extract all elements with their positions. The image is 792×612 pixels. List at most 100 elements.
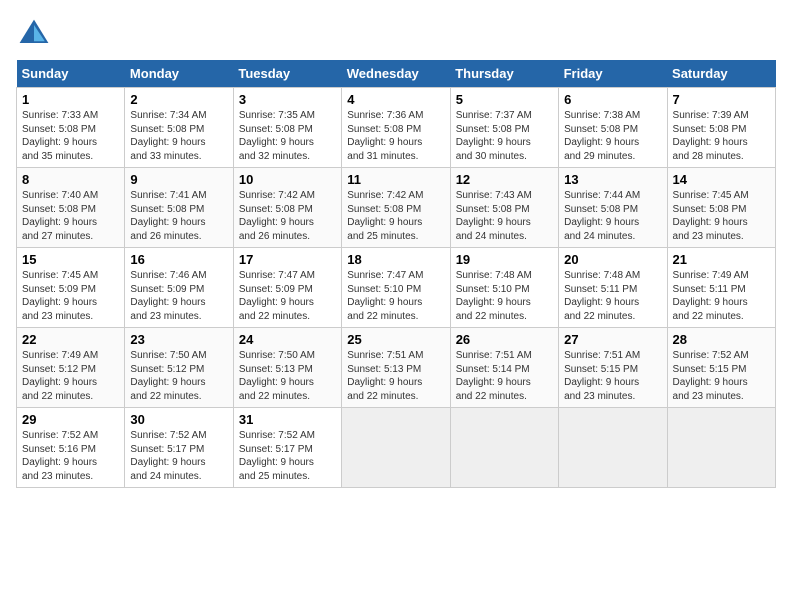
page-header xyxy=(16,16,776,52)
day-number: 10 xyxy=(239,172,336,187)
calendar-cell: 24 Sunrise: 7:50 AM Sunset: 5:13 PM Dayli… xyxy=(233,328,341,408)
day-number: 5 xyxy=(456,92,553,107)
weekday-header-row: SundayMondayTuesdayWednesdayThursdayFrid… xyxy=(17,60,776,88)
calendar-cell: 12 Sunrise: 7:43 AM Sunset: 5:08 PM Dayli… xyxy=(450,168,558,248)
day-info: Sunrise: 7:50 AM Sunset: 5:12 PM Dayligh… xyxy=(130,349,227,403)
calendar-cell: 1 Sunrise: 7:33 AM Sunset: 5:08 PM Daylig… xyxy=(17,88,125,168)
day-info: Sunrise: 7:46 AM Sunset: 5:09 PM Dayligh… xyxy=(130,269,227,323)
calendar-cell: 6Sunrise: 7:38 AM Sunset: 5:08 PM Daylig… xyxy=(559,88,667,168)
calendar-cell: 22 Sunrise: 7:49 AM Sunset: 5:12 PM Dayli… xyxy=(17,328,125,408)
calendar-cell: 8 Sunrise: 7:40 AM Sunset: 5:08 PM Daylig… xyxy=(17,168,125,248)
day-number: 22 xyxy=(22,332,119,347)
day-number: 19 xyxy=(456,252,553,267)
day-number: 24 xyxy=(239,332,336,347)
calendar-cell: 31 Sunrise: 7:52 AM Sunset: 5:17 PM Dayli… xyxy=(233,408,341,488)
day-number: 28 xyxy=(673,332,770,347)
day-number: 3 xyxy=(239,92,336,107)
day-info: Sunrise: 7:52 AM Sunset: 5:17 PM Dayligh… xyxy=(239,429,336,483)
day-info: Sunrise: 7:35 AM Sunset: 5:08 PM Dayligh… xyxy=(239,109,336,163)
weekday-header-tuesday: Tuesday xyxy=(233,60,341,88)
day-info: Sunrise: 7:51 AM Sunset: 5:14 PM Dayligh… xyxy=(456,349,553,403)
day-info: Sunrise: 7:42 AM Sunset: 5:08 PM Dayligh… xyxy=(347,189,444,243)
day-number: 18 xyxy=(347,252,444,267)
calendar-cell: 21 Sunrise: 7:49 AM Sunset: 5:11 PM Dayli… xyxy=(667,248,775,328)
day-info: Sunrise: 7:52 AM Sunset: 5:15 PM Dayligh… xyxy=(673,349,770,403)
day-number: 7 xyxy=(673,92,770,107)
day-number: 15 xyxy=(22,252,119,267)
weekday-header-friday: Friday xyxy=(559,60,667,88)
calendar-cell: 17Sunrise: 7:47 AM Sunset: 5:09 PM Dayli… xyxy=(233,248,341,328)
calendar-cell: 13 Sunrise: 7:44 AM Sunset: 5:08 PM Dayli… xyxy=(559,168,667,248)
calendar-cell: 19 Sunrise: 7:48 AM Sunset: 5:10 PM Dayli… xyxy=(450,248,558,328)
day-info: Sunrise: 7:47 AM Sunset: 5:10 PM Dayligh… xyxy=(347,269,444,323)
day-number: 31 xyxy=(239,412,336,427)
day-number: 30 xyxy=(130,412,227,427)
calendar-cell: 25 Sunrise: 7:51 AM Sunset: 5:13 PM Dayli… xyxy=(342,328,450,408)
calendar-cell: 11 Sunrise: 7:42 AM Sunset: 5:08 PM Dayli… xyxy=(342,168,450,248)
day-number: 12 xyxy=(456,172,553,187)
day-number: 29 xyxy=(22,412,119,427)
day-info: Sunrise: 7:48 AM Sunset: 5:10 PM Dayligh… xyxy=(456,269,553,323)
day-info: Sunrise: 7:52 AM Sunset: 5:16 PM Dayligh… xyxy=(22,429,119,483)
calendar-cell: 15 Sunrise: 7:45 AM Sunset: 5:09 PM Dayli… xyxy=(17,248,125,328)
weekday-header-thursday: Thursday xyxy=(450,60,558,88)
logo-icon xyxy=(16,16,52,52)
day-info: Sunrise: 7:45 AM Sunset: 5:09 PM Dayligh… xyxy=(22,269,119,323)
day-number: 8 xyxy=(22,172,119,187)
calendar-cell xyxy=(559,408,667,488)
day-number: 4 xyxy=(347,92,444,107)
calendar-cell xyxy=(667,408,775,488)
calendar-cell: 14 Sunrise: 7:45 AM Sunset: 5:08 PM Dayli… xyxy=(667,168,775,248)
day-info: Sunrise: 7:45 AM Sunset: 5:08 PM Dayligh… xyxy=(673,189,770,243)
day-info: Sunrise: 7:44 AM Sunset: 5:08 PM Dayligh… xyxy=(564,189,661,243)
day-info: Sunrise: 7:33 AM Sunset: 5:08 PM Dayligh… xyxy=(22,109,119,163)
day-number: 20 xyxy=(564,252,661,267)
day-info: Sunrise: 7:51 AM Sunset: 5:13 PM Dayligh… xyxy=(347,349,444,403)
day-number: 26 xyxy=(456,332,553,347)
day-info: Sunrise: 7:42 AM Sunset: 5:08 PM Dayligh… xyxy=(239,189,336,243)
weekday-header-sunday: Sunday xyxy=(17,60,125,88)
calendar-cell: 23 Sunrise: 7:50 AM Sunset: 5:12 PM Dayli… xyxy=(125,328,233,408)
day-info: Sunrise: 7:41 AM Sunset: 5:08 PM Dayligh… xyxy=(130,189,227,243)
calendar-cell: 18 Sunrise: 7:47 AM Sunset: 5:10 PM Dayli… xyxy=(342,248,450,328)
calendar-cell: 20Sunrise: 7:48 AM Sunset: 5:11 PM Dayli… xyxy=(559,248,667,328)
day-info: Sunrise: 7:49 AM Sunset: 5:11 PM Dayligh… xyxy=(673,269,770,323)
calendar-table: SundayMondayTuesdayWednesdayThursdayFrid… xyxy=(16,60,776,488)
day-number: 25 xyxy=(347,332,444,347)
day-info: Sunrise: 7:52 AM Sunset: 5:17 PM Dayligh… xyxy=(130,429,227,483)
day-info: Sunrise: 7:43 AM Sunset: 5:08 PM Dayligh… xyxy=(456,189,553,243)
logo xyxy=(16,16,56,52)
week-row-4: 22 Sunrise: 7:49 AM Sunset: 5:12 PM Dayli… xyxy=(17,328,776,408)
day-number: 14 xyxy=(673,172,770,187)
day-number: 6 xyxy=(564,92,661,107)
day-number: 11 xyxy=(347,172,444,187)
calendar-cell: 7Sunrise: 7:39 AM Sunset: 5:08 PM Daylig… xyxy=(667,88,775,168)
day-number: 27 xyxy=(564,332,661,347)
calendar-cell: 30 Sunrise: 7:52 AM Sunset: 5:17 PM Dayli… xyxy=(125,408,233,488)
calendar-cell: 4Sunrise: 7:36 AM Sunset: 5:08 PM Daylig… xyxy=(342,88,450,168)
calendar-cell xyxy=(450,408,558,488)
weekday-header-monday: Monday xyxy=(125,60,233,88)
calendar-cell xyxy=(342,408,450,488)
calendar-cell: 9 Sunrise: 7:41 AM Sunset: 5:08 PM Daylig… xyxy=(125,168,233,248)
week-row-2: 8 Sunrise: 7:40 AM Sunset: 5:08 PM Daylig… xyxy=(17,168,776,248)
day-number: 1 xyxy=(22,92,119,107)
calendar-cell: 5Sunrise: 7:37 AM Sunset: 5:08 PM Daylig… xyxy=(450,88,558,168)
day-info: Sunrise: 7:50 AM Sunset: 5:13 PM Dayligh… xyxy=(239,349,336,403)
week-row-1: 1 Sunrise: 7:33 AM Sunset: 5:08 PM Daylig… xyxy=(17,88,776,168)
calendar-cell: 26 Sunrise: 7:51 AM Sunset: 5:14 PM Dayli… xyxy=(450,328,558,408)
calendar-cell: 28 Sunrise: 7:52 AM Sunset: 5:15 PM Dayli… xyxy=(667,328,775,408)
day-number: 9 xyxy=(130,172,227,187)
day-number: 13 xyxy=(564,172,661,187)
day-number: 23 xyxy=(130,332,227,347)
day-number: 2 xyxy=(130,92,227,107)
day-info: Sunrise: 7:49 AM Sunset: 5:12 PM Dayligh… xyxy=(22,349,119,403)
day-number: 21 xyxy=(673,252,770,267)
day-info: Sunrise: 7:40 AM Sunset: 5:08 PM Dayligh… xyxy=(22,189,119,243)
day-info: Sunrise: 7:34 AM Sunset: 5:08 PM Dayligh… xyxy=(130,109,227,163)
day-number: 16 xyxy=(130,252,227,267)
calendar-cell: 10 Sunrise: 7:42 AM Sunset: 5:08 PM Dayli… xyxy=(233,168,341,248)
calendar-cell: 2 Sunrise: 7:34 AM Sunset: 5:08 PM Daylig… xyxy=(125,88,233,168)
calendar-cell: 16 Sunrise: 7:46 AM Sunset: 5:09 PM Dayli… xyxy=(125,248,233,328)
calendar-cell: 29 Sunrise: 7:52 AM Sunset: 5:16 PM Dayli… xyxy=(17,408,125,488)
